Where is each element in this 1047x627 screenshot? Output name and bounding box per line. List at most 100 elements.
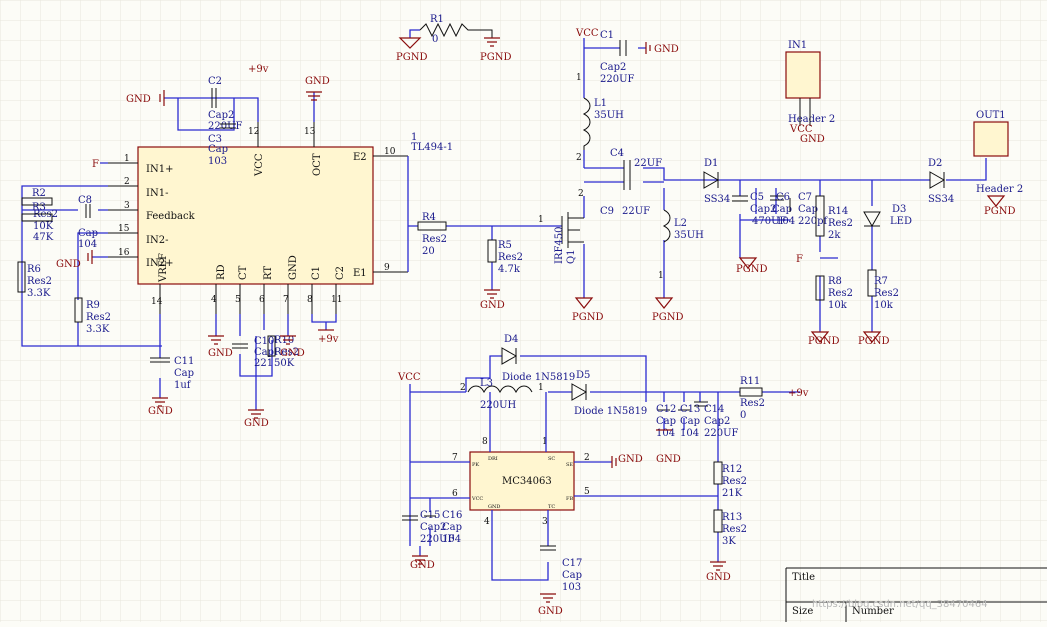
svg-text:+9v: +9v bbox=[248, 64, 269, 75]
svg-text:Cap: Cap bbox=[562, 570, 582, 581]
svg-text:SC: SC bbox=[548, 456, 555, 462]
svg-text:220UF: 220UF bbox=[704, 428, 739, 439]
svg-text:SE: SE bbox=[566, 462, 573, 468]
svg-text:6: 6 bbox=[259, 295, 265, 305]
svg-text:R12: R12 bbox=[722, 464, 742, 475]
svg-text:C8: C8 bbox=[78, 195, 92, 206]
svg-text:C6: C6 bbox=[776, 192, 790, 203]
svg-text:+9v: +9v bbox=[788, 388, 809, 399]
svg-text:Cap: Cap bbox=[680, 416, 700, 427]
svg-text:R13: R13 bbox=[722, 512, 742, 523]
svg-text:Cap: Cap bbox=[442, 522, 462, 533]
svg-text:D4: D4 bbox=[504, 334, 518, 345]
svg-text:10k: 10k bbox=[828, 300, 848, 311]
svg-text:F: F bbox=[92, 159, 99, 170]
svg-text:IN1: IN1 bbox=[788, 40, 807, 51]
svg-text:Cap: Cap bbox=[772, 204, 792, 215]
svg-text:Res2: Res2 bbox=[740, 398, 765, 409]
svg-text:104: 104 bbox=[776, 216, 795, 227]
svg-text:C10: C10 bbox=[254, 336, 274, 347]
svg-text:Diode 1N5819: Diode 1N5819 bbox=[574, 406, 647, 417]
svg-text:C7: C7 bbox=[798, 192, 812, 203]
c13-capacitor[interactable]: C13Cap104 bbox=[678, 404, 700, 439]
svg-text:12: 12 bbox=[248, 127, 259, 137]
svg-text:22UF: 22UF bbox=[622, 206, 650, 217]
svg-text:C2: C2 bbox=[335, 266, 346, 280]
svg-text:Res2: Res2 bbox=[828, 288, 853, 299]
svg-text:C2: C2 bbox=[208, 76, 222, 87]
svg-text:GND: GND bbox=[288, 255, 299, 280]
svg-text:OUT1: OUT1 bbox=[976, 110, 1006, 121]
svg-text:10k: 10k bbox=[874, 300, 894, 311]
svg-text:104: 104 bbox=[442, 534, 461, 545]
svg-text:1uf: 1uf bbox=[174, 380, 192, 391]
svg-text:OCT: OCT bbox=[312, 153, 323, 176]
svg-text:R14: R14 bbox=[828, 206, 848, 217]
svg-text:Res2: Res2 bbox=[422, 234, 447, 245]
svg-text:4.7k: 4.7k bbox=[498, 264, 521, 275]
svg-text:3.3K: 3.3K bbox=[86, 324, 110, 335]
svg-text:D2: D2 bbox=[928, 158, 942, 169]
svg-text:Cap2: Cap2 bbox=[704, 416, 730, 427]
svg-text:FB: FB bbox=[566, 496, 573, 502]
svg-text:8: 8 bbox=[482, 437, 488, 447]
svg-text:Cap: Cap bbox=[208, 144, 228, 155]
mc34063-name: MC34063 bbox=[502, 476, 552, 487]
svg-text:L2: L2 bbox=[674, 218, 687, 229]
svg-text:10K: 10K bbox=[33, 221, 54, 232]
svg-text:IRF450: IRF450 bbox=[554, 226, 565, 264]
svg-text:GND: GND bbox=[538, 606, 563, 617]
svg-text:GND: GND bbox=[654, 44, 679, 55]
svg-text:PK: PK bbox=[472, 462, 479, 468]
svg-text:Res2: Res2 bbox=[27, 276, 52, 287]
svg-text:VCC: VCC bbox=[397, 372, 421, 383]
svg-text:F: F bbox=[796, 254, 803, 265]
svg-text:GND: GND bbox=[148, 406, 173, 417]
svg-text:0: 0 bbox=[432, 34, 438, 45]
svg-text:IN2-: IN2- bbox=[146, 235, 168, 246]
svg-text:PGND: PGND bbox=[736, 264, 767, 275]
svg-text:GND: GND bbox=[706, 572, 731, 583]
svg-text:3.3K: 3.3K bbox=[27, 288, 51, 299]
svg-text:GND: GND bbox=[480, 300, 505, 311]
svg-text:GND: GND bbox=[305, 76, 330, 87]
grid-background bbox=[0, 0, 1047, 622]
watermark: https://blog.csdn.net/qq_38470464 bbox=[812, 599, 988, 610]
svg-text:3: 3 bbox=[542, 517, 548, 527]
svg-text:220UH: 220UH bbox=[480, 400, 517, 411]
svg-text:Header 2: Header 2 bbox=[976, 184, 1023, 195]
svg-text:C9: C9 bbox=[600, 206, 614, 217]
svg-text:Res2: Res2 bbox=[498, 252, 523, 263]
schematic-canvas: TL494-1 1 IN1+ IN1- Feedback IN2- IN2+ E… bbox=[0, 0, 1047, 622]
svg-text:GND: GND bbox=[618, 454, 643, 465]
svg-text:GND: GND bbox=[800, 134, 825, 145]
svg-text:13: 13 bbox=[304, 127, 316, 137]
svg-text:9: 9 bbox=[384, 263, 390, 273]
svg-text:Cap2: Cap2 bbox=[600, 62, 626, 73]
svg-text:4: 4 bbox=[211, 295, 217, 305]
svg-text:3K: 3K bbox=[722, 536, 736, 547]
svg-text:220UF: 220UF bbox=[600, 74, 635, 85]
svg-text:4: 4 bbox=[484, 517, 490, 527]
svg-text:Cap: Cap bbox=[798, 204, 818, 215]
svg-text:SS34: SS34 bbox=[928, 194, 954, 205]
svg-text:L3: L3 bbox=[480, 378, 493, 389]
svg-text:R3: R3 bbox=[32, 202, 46, 213]
svg-text:GND: GND bbox=[410, 560, 435, 571]
svg-text:C14: C14 bbox=[704, 404, 724, 415]
svg-text:R5: R5 bbox=[498, 240, 512, 251]
svg-text:VCC: VCC bbox=[575, 28, 599, 39]
svg-text:14: 14 bbox=[151, 297, 163, 307]
svg-text:103: 103 bbox=[208, 156, 227, 167]
svg-text:R9: R9 bbox=[86, 300, 100, 311]
svg-text:PGND: PGND bbox=[396, 52, 427, 63]
svg-text:35UH: 35UH bbox=[674, 230, 704, 241]
c12-capacitor[interactable]: C12Cap104 bbox=[656, 404, 676, 439]
svg-text:E2: E2 bbox=[353, 152, 367, 163]
svg-text:2: 2 bbox=[578, 189, 584, 199]
svg-text:1: 1 bbox=[124, 154, 130, 164]
svg-text:Cap2: Cap2 bbox=[208, 110, 234, 121]
svg-text:RD: RD bbox=[216, 264, 227, 280]
svg-text:PGND: PGND bbox=[984, 206, 1015, 217]
svg-text:1: 1 bbox=[411, 132, 417, 143]
